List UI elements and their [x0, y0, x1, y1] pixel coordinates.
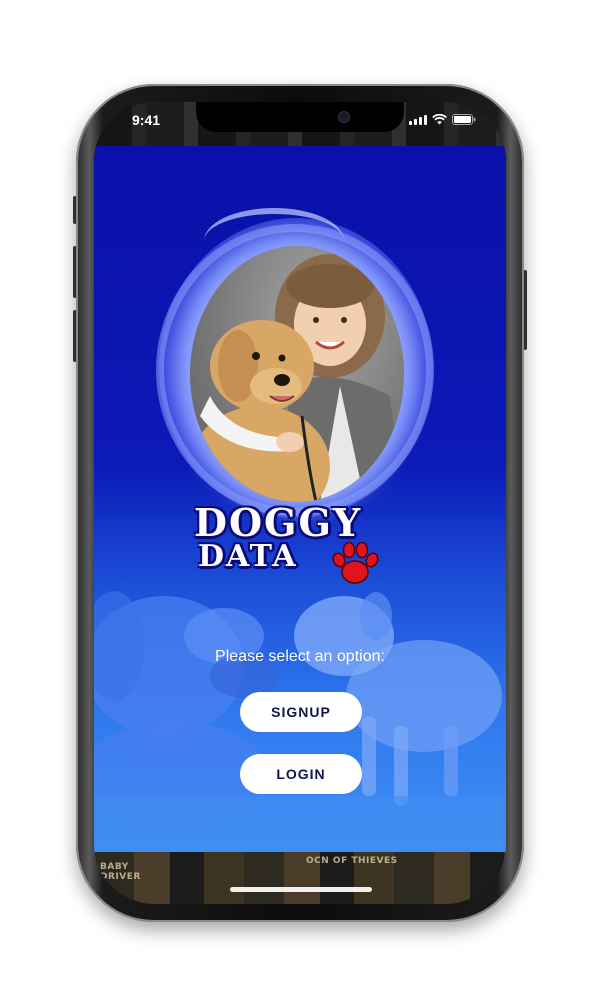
home-indicator[interactable] — [230, 887, 372, 892]
select-option-prompt: Please select an option: — [215, 648, 385, 665]
logo-line-doggy: DOGGY — [194, 500, 363, 545]
signal-icon — [409, 115, 427, 125]
collage-text-thieves: OCN OF THIEVES — [306, 856, 398, 866]
paw-icon — [332, 541, 379, 584]
welcome-screen: DOGGY DATA Please select an option: SIGN… — [94, 146, 506, 854]
battery-icon — [452, 114, 476, 125]
girl-and-dog-photo — [190, 246, 404, 502]
status-time: 9:41 — [132, 112, 161, 128]
background-collage-bottom: BABY DRIVER OCN OF THIEVES — [94, 852, 506, 904]
login-button[interactable]: LOGIN — [240, 754, 362, 794]
notch — [196, 102, 404, 132]
wifi-icon — [432, 114, 447, 125]
collage-text-baby-driver: BABY DRIVER — [100, 862, 141, 882]
camera-icon — [338, 111, 350, 123]
stage: 9:41 DOGGY DATA Please select an option:… — [0, 0, 600, 1000]
signup-button[interactable]: SIGNUP — [240, 692, 362, 732]
phone-screen: 9:41 DOGGY DATA Please select an option:… — [94, 102, 506, 904]
status-icons — [409, 114, 476, 125]
